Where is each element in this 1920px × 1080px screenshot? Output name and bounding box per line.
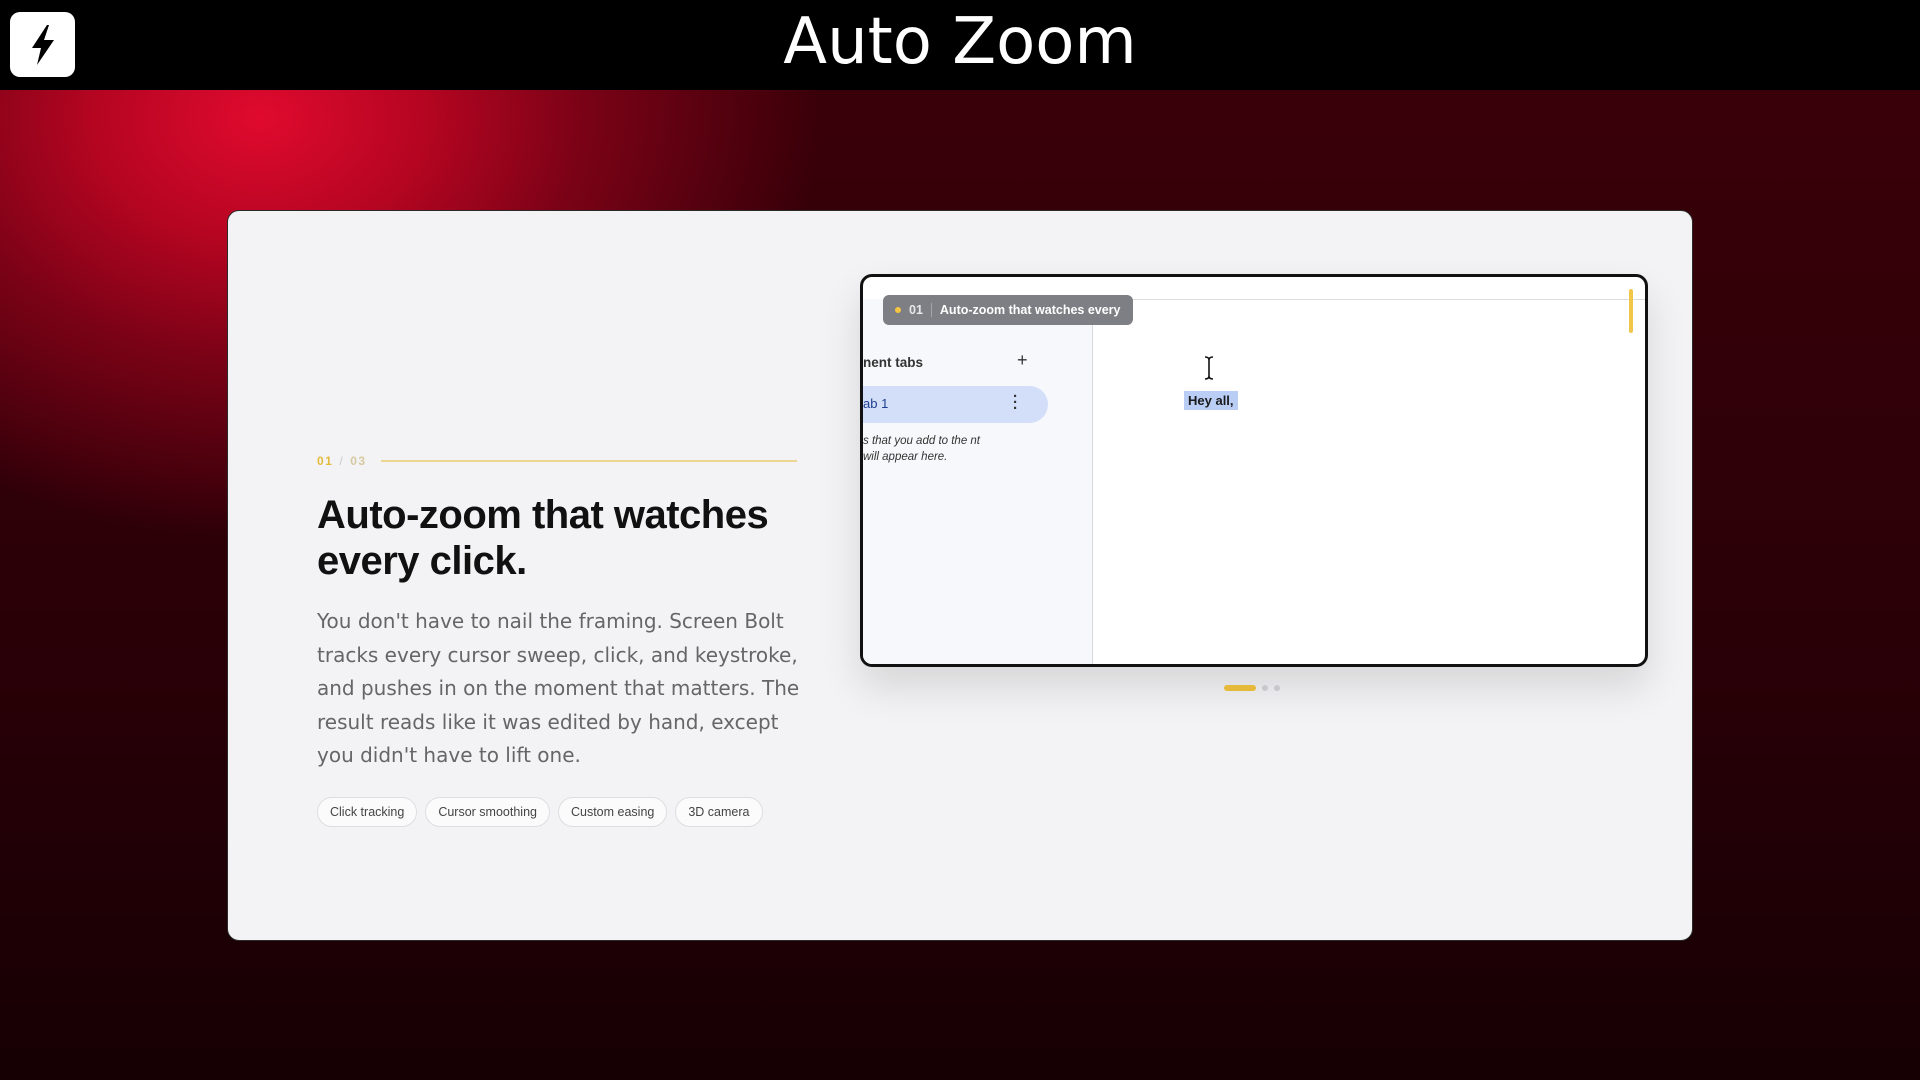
pill-label: Auto-zoom that watches every xyxy=(939,303,1121,317)
tag-click-tracking[interactable]: Click tracking xyxy=(317,797,418,827)
tag-custom-easing[interactable]: Custom easing xyxy=(557,797,668,827)
plus-icon[interactable]: + xyxy=(1017,350,1028,371)
preview-step-pill: 01 Auto-zoom that watches every xyxy=(883,295,1133,325)
vertical-dots-icon[interactable]: · · · xyxy=(1013,389,1018,416)
feature-description: You don't have to nail the framing. Scre… xyxy=(317,609,800,767)
document-selected-text[interactable]: Hey all, xyxy=(1184,391,1238,410)
counter-total: 03 xyxy=(350,454,367,468)
preview-scroll-indicator xyxy=(1629,289,1633,333)
carousel-dot-3[interactable] xyxy=(1274,685,1280,691)
app-title: Auto Zoom xyxy=(783,5,1137,79)
tag-cursor-smoothing[interactable]: Cursor smoothing xyxy=(425,797,550,827)
counter-current: 01 xyxy=(317,454,334,468)
pill-divider xyxy=(930,303,932,317)
carousel-indicators xyxy=(1224,685,1280,691)
tab-label: ab 1 xyxy=(863,396,889,411)
sidebar-title: nent tabs xyxy=(863,355,924,370)
slide-counter: 01 / 03 xyxy=(317,452,797,470)
counter-divider xyxy=(380,460,797,462)
tag-3d-camera[interactable]: 3D camera xyxy=(675,797,763,827)
feature-headline: Auto-zoom that watches every click. xyxy=(317,493,769,583)
top-bar: Auto Zoom xyxy=(0,0,1920,90)
feature-tags: Click tracking Cursor smoothing Custom e… xyxy=(317,797,763,827)
text-cursor-icon xyxy=(1204,355,1214,381)
pill-dot xyxy=(895,307,901,313)
pill-number: 01 xyxy=(909,303,923,317)
carousel-dot-1[interactable] xyxy=(1224,685,1256,691)
carousel-dot-2[interactable] xyxy=(1262,685,1268,691)
sidebar-note: s that you add to the nt will appear her… xyxy=(863,435,980,463)
counter-text: 01 / 03 xyxy=(317,454,367,468)
sidebar-tab-item[interactable]: ab 1 · · · xyxy=(863,386,1048,423)
preview-sidebar: nent tabs + ab 1 · · · s that you add to t… xyxy=(863,299,1093,664)
preview-window: nent tabs + ab 1 · · · s that you add to t… xyxy=(860,274,1648,667)
counter-separator: / xyxy=(339,454,345,468)
